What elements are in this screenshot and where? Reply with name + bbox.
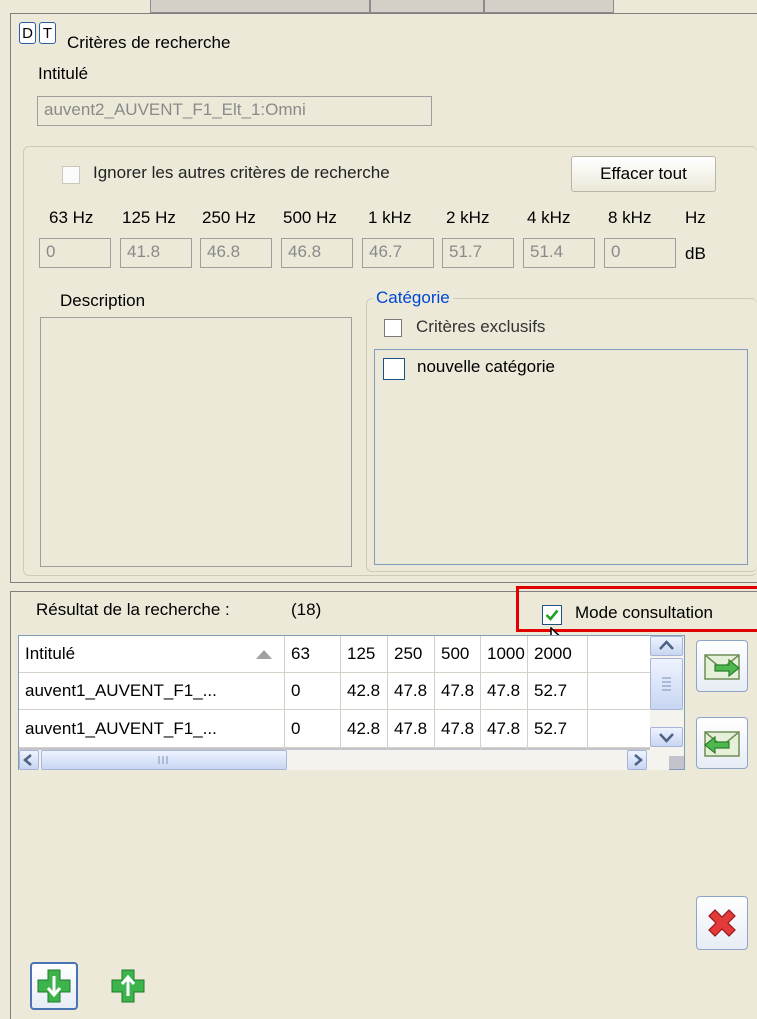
freq-header-125: 125 Hz — [122, 208, 176, 227]
exclusive-label: Critères exclusifs — [416, 317, 546, 336]
results-count: (18) — [291, 600, 322, 619]
table-row[interactable]: auvent1_AUVENT_F1_... 0 42.8 47.8 47.8 47.8 52… — [19, 672, 684, 710]
t-button[interactable]: T — [39, 22, 56, 44]
cell-63: 0 — [285, 672, 341, 709]
ignore-checkbox[interactable] — [62, 166, 80, 184]
cell-63: 0 — [285, 710, 341, 747]
mode-consultation-label: Mode consultation — [575, 603, 713, 622]
freq-value-500[interactable]: 46.8 — [281, 238, 353, 268]
move-down-button[interactable] — [30, 962, 78, 1010]
grip-icon — [158, 756, 168, 764]
freq-value-4k[interactable]: 51.4 — [523, 238, 595, 268]
cell-500: 47.8 — [435, 710, 481, 747]
grid-horizontal-scrollbar[interactable] — [19, 750, 669, 770]
column-header-2000[interactable]: 2000 — [528, 636, 588, 672]
freq-value-8k[interactable]: 0 — [604, 238, 676, 268]
column-header-250[interactable]: 250 — [388, 636, 435, 672]
results-label: Résultat de la recherche : — [36, 600, 230, 619]
chevron-up-icon — [659, 640, 674, 650]
intitule-label: Intitulé — [38, 64, 89, 83]
chevron-left-icon — [23, 754, 32, 766]
import-button[interactable] — [696, 717, 748, 769]
scroll-up-button[interactable] — [650, 636, 683, 656]
cell-2000: 52.7 — [528, 710, 588, 747]
category-item-checkbox[interactable] — [383, 358, 405, 380]
column-header-500[interactable]: 500 — [435, 636, 481, 672]
cell-1000: 47.8 — [481, 672, 528, 709]
export-envelope-icon — [704, 654, 740, 680]
cell-intitule: auvent1_AUVENT_F1_... — [19, 672, 285, 709]
scroll-thumb[interactable] — [650, 658, 683, 710]
check-icon — [545, 609, 559, 621]
green-cross-down-icon — [37, 969, 71, 1003]
column-header-1000[interactable]: 1000 — [481, 636, 528, 672]
category-list[interactable] — [374, 349, 748, 565]
freq-header-1k: 1 kHz — [368, 208, 412, 227]
intitule-field[interactable]: auvent2_AUVENT_F1_Elt_1:Omni — [37, 96, 432, 126]
cell-125: 42.8 — [341, 710, 388, 747]
cell-250: 47.8 — [388, 710, 435, 747]
column-header-63[interactable]: 63 — [285, 636, 341, 672]
unit-db-label: dB — [685, 244, 706, 263]
clear-all-button[interactable]: Effacer tout — [571, 156, 716, 192]
top-tab-1[interactable] — [150, 0, 370, 13]
cell-125: 42.8 — [341, 672, 388, 709]
cell-1000: 47.8 — [481, 710, 528, 747]
top-tab-3[interactable] — [484, 0, 614, 13]
freq-header-8k: 8 kHz — [608, 208, 652, 227]
scroll-right-button[interactable] — [627, 750, 647, 770]
scroll-left-button[interactable] — [19, 750, 39, 770]
mode-consultation-checkbox[interactable] — [542, 605, 562, 625]
table-row[interactable]: auvent1_AUVENT_F1_... 0 42.8 47.8 47.8 47.8 52… — [19, 710, 684, 748]
freq-value-1k[interactable]: 46.7 — [362, 238, 434, 268]
category-item-label: nouvelle catégorie — [417, 357, 555, 376]
cell-250: 47.8 — [388, 672, 435, 709]
freq-value-250[interactable]: 46.8 — [200, 238, 272, 268]
cell-2000: 52.7 — [528, 672, 588, 709]
cell-500: 47.8 — [435, 672, 481, 709]
chevron-down-icon — [659, 733, 674, 743]
delete-button[interactable] — [696, 896, 748, 950]
sort-ascending-icon — [256, 650, 272, 659]
grip-icon — [662, 677, 671, 691]
freq-header-4k: 4 kHz — [527, 208, 571, 227]
freq-value-125[interactable]: 41.8 — [120, 238, 192, 268]
delete-x-icon — [708, 909, 736, 937]
freq-value-63[interactable]: 0 — [39, 238, 111, 268]
criteria-title: Critères de recherche — [67, 33, 231, 52]
import-envelope-icon — [704, 731, 740, 757]
column-header-125[interactable]: 125 — [341, 636, 388, 672]
column-header-intitule[interactable]: Intitulé — [19, 636, 285, 672]
scroll-down-button[interactable] — [650, 727, 683, 747]
d-button[interactable]: D — [19, 22, 36, 44]
description-label: Description — [60, 291, 146, 310]
freq-header-2k: 2 kHz — [446, 208, 490, 227]
exclusive-checkbox[interactable] — [384, 319, 402, 337]
horizontal-scroll-thumb[interactable] — [41, 750, 287, 770]
top-tab-2[interactable] — [370, 0, 484, 13]
green-cross-up-icon — [111, 969, 145, 1003]
freq-header-63: 63 Hz — [49, 208, 94, 227]
export-button[interactable] — [696, 640, 748, 692]
freq-header-unit: Hz — [685, 208, 706, 227]
grid-header: Intitulé 63 125 250 500 1000 2000 — [19, 636, 684, 673]
freq-header-250: 250 Hz — [202, 208, 256, 227]
move-up-button[interactable] — [106, 964, 150, 1008]
cell-intitule: auvent1_AUVENT_F1_... — [19, 710, 285, 747]
category-title: Catégorie — [373, 288, 453, 308]
chevron-right-icon — [634, 754, 643, 766]
freq-header-500: 500 Hz — [283, 208, 337, 227]
description-field[interactable] — [40, 317, 352, 567]
ignore-label: Ignorer les autres critères de recherche — [93, 163, 390, 182]
freq-value-2k[interactable]: 51.7 — [442, 238, 514, 268]
